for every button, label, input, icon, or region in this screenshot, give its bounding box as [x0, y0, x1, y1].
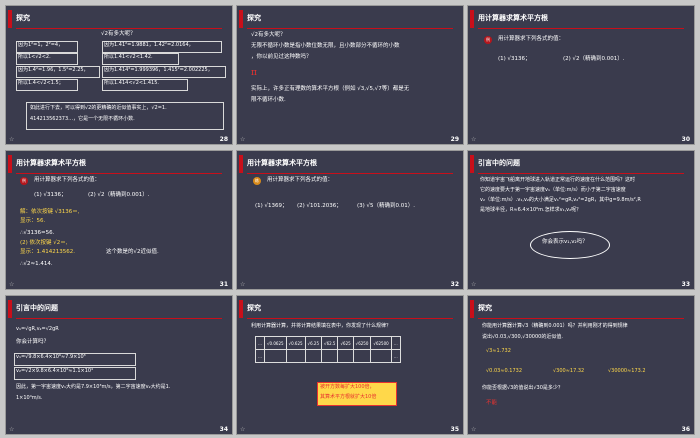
slide-thumbnail-34[interactable]: 引言中的问题 v₁=√gR,v₂=√2gR 你会计算吗？ v₁=√9.8×6.4… — [6, 296, 232, 434]
slide-number: 35 — [450, 426, 459, 433]
star-icon: ☆ — [471, 426, 477, 433]
pi-symbol: π — [251, 68, 257, 78]
example-badge: 例 — [484, 36, 492, 44]
example-badge: 例 — [20, 177, 28, 185]
slide-number: 30 — [681, 136, 690, 143]
star-icon: ☆ — [471, 281, 477, 288]
star-icon: ☆ — [240, 281, 246, 288]
table-row: … … — [255, 349, 401, 363]
star-icon: ☆ — [9, 281, 15, 288]
slide-thumbnail-33[interactable]: 引言中的问题 你知道宇宙飞船离开地球进入轨道正常运行的速度在什么范围吗？这时 它… — [468, 151, 694, 289]
slide-number: 31 — [219, 281, 228, 288]
slide-title: 探究 — [247, 304, 261, 312]
slide-thumbnail-30[interactable]: 用计算器求算术平方根 例 用计算器求下列各式的值： (1) √3136； (2)… — [468, 6, 694, 144]
question-text: √2有多大呢？ — [101, 31, 136, 37]
star-icon: ☆ — [240, 136, 246, 143]
star-icon: ☆ — [9, 426, 15, 433]
slide-number: 32 — [450, 281, 459, 288]
star-icon: ☆ — [9, 136, 15, 143]
results-table: … √0.0625 √0.625 √6.25 √62.5 √625 √6250 … — [255, 336, 401, 363]
slide-thumbnail-36[interactable]: 探究 你能用计算器计算√3（精确到0.001）吗？并利用刚才的得到规律 说出√0… — [468, 296, 694, 434]
slide-number: 33 — [681, 281, 690, 288]
slide-title: 探究 — [16, 14, 30, 22]
slide-thumbnail-31[interactable]: 用计算器求算术平方根 例 用计算器求下列各式的值： (1) √3136； (2)… — [6, 151, 232, 289]
slide-title: 探究 — [247, 14, 261, 22]
slide-thumbnail-32[interactable]: 用计算器求算术平方根 练 用计算器求下列各式的值： (1) √1369； (2)… — [237, 151, 463, 289]
answer-no: 不能 — [486, 400, 498, 406]
table-row: … √0.0625 √0.625 √6.25 √62.5 √625 √6250 … — [255, 336, 401, 350]
slide-title: 用计算器求算术平方根 — [247, 159, 317, 167]
slide-number: 34 — [219, 426, 228, 433]
slide-title: 用计算器求算术平方根 — [478, 14, 548, 22]
slide-thumbnail-35[interactable]: 探究 利用计算器计算，并将计算结果填在表中，你发现了什么规律？ … √0.062… — [237, 296, 463, 434]
slide-title: 引言中的问题 — [478, 159, 520, 167]
slide-number: 28 — [219, 136, 228, 143]
slide-number: 29 — [450, 136, 459, 143]
slide-title: 用计算器求算术平方根 — [16, 159, 86, 167]
slide-accent-bar — [8, 10, 12, 28]
star-icon: ☆ — [240, 426, 246, 433]
slide-number: 36 — [681, 426, 690, 433]
star-icon: ☆ — [471, 136, 477, 143]
slide-thumbnail-28[interactable]: 探究 √2有多大呢？ 因为1²=1，2²=4， 所以1<√2<2. 因为1.4²… — [6, 6, 232, 144]
approx-note: 这个数是的√2近似值. — [106, 249, 159, 255]
practice-badge: 练 — [253, 177, 261, 185]
slide-title: 探究 — [478, 304, 492, 312]
slide-title: 引言中的问题 — [16, 304, 58, 312]
slide-thumbnail-29[interactable]: 探究 √2有多大呢？ 无限不循环小数是指小数位数无限，且小数部分不循环的小数 ，… — [237, 6, 463, 144]
